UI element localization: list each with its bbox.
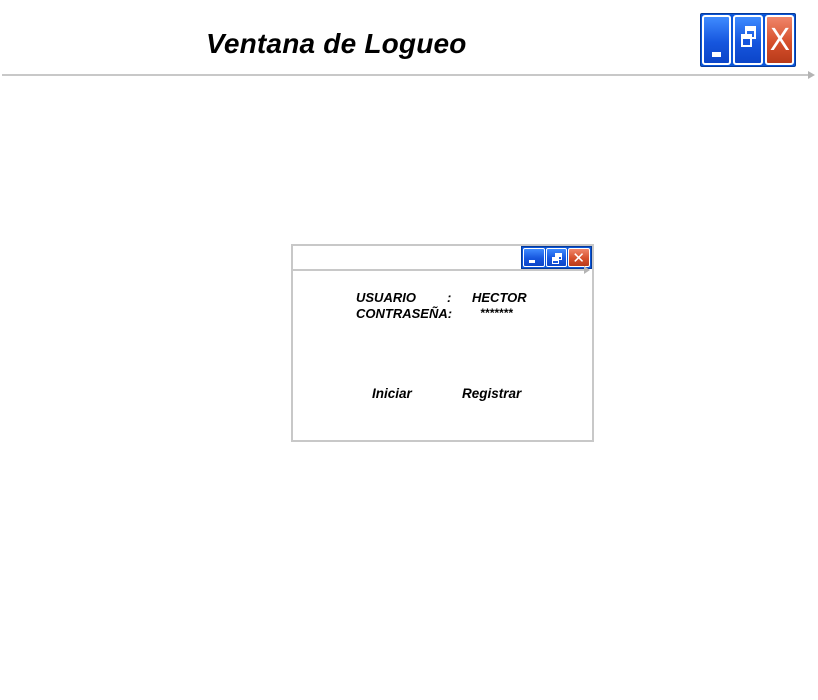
header-divider-arrow — [808, 71, 815, 79]
main-restore-button[interactable] — [733, 15, 763, 65]
page-title: Ventana de Logueo — [206, 28, 467, 59]
main-minimize-button[interactable] — [702, 15, 732, 65]
header-divider — [2, 74, 808, 76]
login-window-divider — [293, 269, 584, 271]
password-label: CONTRASEÑA: — [356, 306, 453, 321]
main-window-controls: X — [700, 13, 796, 67]
start-button[interactable]: Iniciar — [372, 386, 412, 401]
login-window: ✕ USUARIO : HECTOR CONTRASEÑA: ******* I… — [291, 244, 594, 442]
user-field[interactable]: HECTOR — [472, 290, 527, 305]
main-close-button[interactable]: X — [764, 15, 794, 65]
close-icon: X — [769, 23, 791, 58]
minimize-icon — [712, 52, 721, 57]
minimize-icon — [529, 260, 535, 263]
login-minimize-button[interactable] — [523, 248, 545, 267]
user-separator: : — [447, 290, 452, 305]
user-label: USUARIO — [356, 290, 416, 305]
register-button[interactable]: Registrar — [462, 386, 521, 401]
login-window-controls: ✕ — [521, 246, 592, 269]
login-window-divider-arrow — [584, 266, 590, 274]
password-field[interactable]: ******* — [480, 306, 513, 320]
login-restore-button[interactable] — [545, 248, 568, 267]
login-close-button[interactable]: ✕ — [568, 248, 591, 267]
